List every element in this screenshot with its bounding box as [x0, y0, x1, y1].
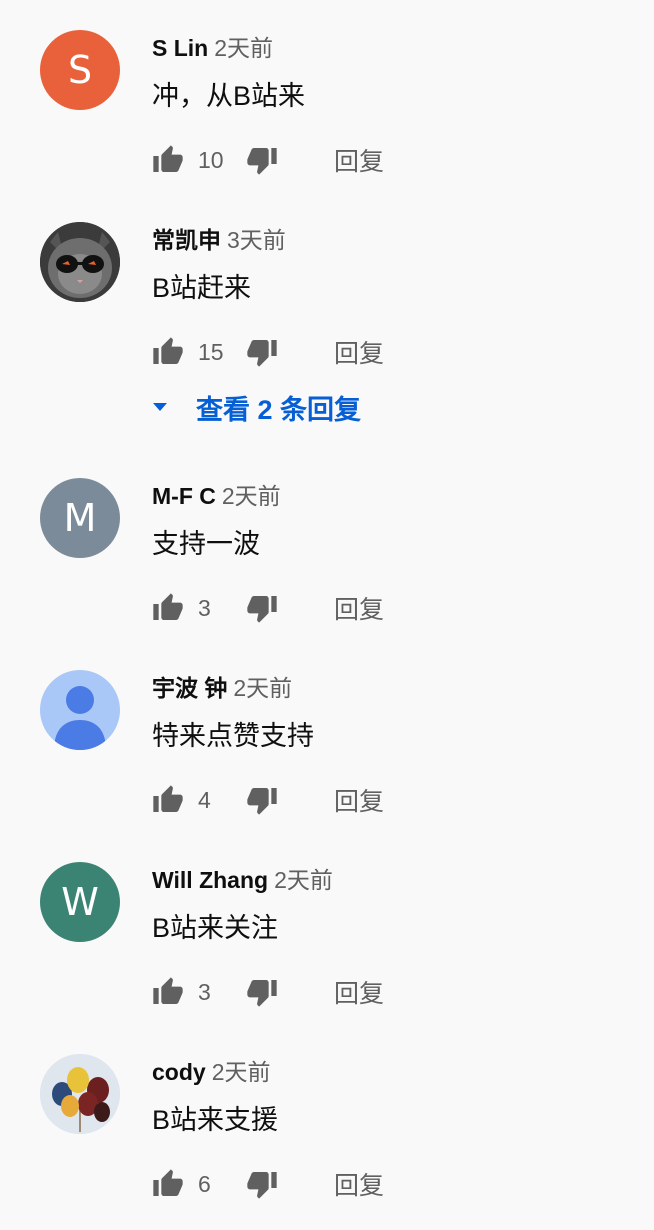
- reply-button[interactable]: 回复: [334, 1166, 384, 1202]
- comment-time[interactable]: 2天前: [222, 483, 281, 509]
- comment-header: cody 2天前: [152, 1052, 270, 1092]
- reply-button[interactable]: 回复: [334, 334, 384, 370]
- comment-actions: 6 回复: [152, 1164, 384, 1204]
- comment-item: cody 2天前 B站来支援 6 回复: [0, 1024, 654, 1216]
- comment-text: 特来点赞支持: [152, 721, 314, 751]
- reply-button[interactable]: 回复: [334, 590, 384, 626]
- comment-header: Will Zhang 2天前: [152, 860, 333, 900]
- reply-button[interactable]: 回复: [334, 142, 384, 178]
- thumbs-up-icon[interactable]: [152, 144, 184, 176]
- balloons-icon: [40, 1054, 120, 1134]
- comment-actions: 15 回复: [152, 332, 384, 372]
- like-count: 3: [198, 978, 211, 1005]
- comment-text: B站来关注: [152, 913, 279, 943]
- view-replies-button[interactable]: 查看 2 条回复: [150, 385, 361, 429]
- thumbs-down-icon[interactable]: [246, 784, 278, 816]
- reply-button[interactable]: 回复: [334, 974, 384, 1010]
- comment-actions: 10 回复: [152, 140, 384, 180]
- comment-time[interactable]: 2天前: [233, 675, 292, 701]
- avatar[interactable]: M: [40, 478, 120, 558]
- comment-header: S Lin 2天前: [152, 28, 273, 68]
- avatar[interactable]: [40, 222, 120, 302]
- thumbs-up-icon[interactable]: [152, 976, 184, 1008]
- view-replies-label: 查看 2 条回复: [196, 394, 362, 425]
- comment-item: W Will Zhang 2天前 B站来关注 3 回复: [0, 832, 654, 1024]
- like-count: 15: [198, 338, 224, 365]
- avatar[interactable]: S: [40, 30, 120, 110]
- comment-time[interactable]: 3天前: [227, 227, 286, 253]
- thumbs-up-icon[interactable]: [152, 1168, 184, 1200]
- author-name[interactable]: S Lin: [152, 35, 208, 61]
- comment-time[interactable]: 2天前: [274, 867, 333, 893]
- avatar-letter: S: [67, 48, 93, 92]
- thumbs-down-icon[interactable]: [246, 976, 278, 1008]
- comment-item: 宇波 钟 2天前 特来点赞支持 4 回复: [0, 640, 654, 832]
- comment-header: M-F C 2天前: [152, 476, 281, 516]
- comment-text: 冲，从B站来: [152, 81, 306, 111]
- thumbs-up-icon[interactable]: [152, 336, 184, 368]
- cat-with-sunglasses-icon: [40, 222, 120, 302]
- thumbs-down-icon[interactable]: [246, 592, 278, 624]
- comment-item: S S Lin 2天前 冲，从B站来 10 回复: [0, 0, 654, 192]
- comment-header: 宇波 钟 2天前: [152, 668, 292, 708]
- author-name[interactable]: 常凯申: [152, 227, 221, 253]
- thumbs-up-icon[interactable]: [152, 592, 184, 624]
- like-count: 3: [198, 594, 211, 621]
- avatar[interactable]: W: [40, 862, 120, 942]
- thumbs-down-icon[interactable]: [246, 1168, 278, 1200]
- thumbs-up-icon[interactable]: [152, 784, 184, 816]
- thumbs-down-icon[interactable]: [246, 336, 278, 368]
- comment-text: B站来支援: [152, 1105, 279, 1135]
- thumbs-down-icon[interactable]: [246, 144, 278, 176]
- like-count: 4: [198, 786, 211, 813]
- comment-item: 常凯申 3天前 B站赶来 15 回复: [0, 192, 654, 384]
- avatar-letter: M: [63, 496, 97, 540]
- default-person-icon: [54, 686, 106, 750]
- author-name[interactable]: 宇波 钟: [152, 675, 227, 701]
- comment-actions: 4 回复: [152, 780, 384, 820]
- comment-text: B站赶来: [152, 273, 252, 303]
- like-count: 6: [198, 1170, 211, 1197]
- author-name[interactable]: cody: [152, 1059, 206, 1085]
- comment-actions: 3 回复: [152, 588, 384, 628]
- avatar[interactable]: [40, 1054, 120, 1134]
- author-name[interactable]: M-F C: [152, 483, 216, 509]
- avatar[interactable]: [40, 670, 120, 750]
- comment-time[interactable]: 2天前: [214, 35, 273, 61]
- avatar-letter: W: [61, 880, 99, 924]
- author-name[interactable]: Will Zhang: [152, 867, 268, 893]
- comment-header: 常凯申 3天前: [152, 220, 286, 260]
- comment-time[interactable]: 2天前: [212, 1059, 271, 1085]
- caret-down-icon: [153, 403, 167, 411]
- comment-text: 支持一波: [152, 529, 260, 559]
- comment-item: M M-F C 2天前 支持一波 3 回复: [0, 448, 654, 640]
- reply-button[interactable]: 回复: [334, 782, 384, 818]
- comment-actions: 3 回复: [152, 972, 384, 1012]
- like-count: 10: [198, 146, 224, 173]
